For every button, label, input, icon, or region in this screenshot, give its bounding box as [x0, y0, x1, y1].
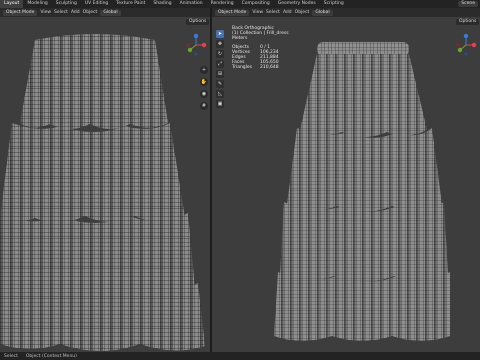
viewport-left[interactable]: Object Mode View Select Add Object Globa… [0, 8, 210, 352]
status-context-menu-hint: Object (Context Menu) [25, 353, 77, 359]
workspace-tabs-bar: Layout Modeling Sculpting UV Editing Tex… [0, 0, 480, 8]
stat-label: Triangles [232, 65, 253, 71]
menu-object-left[interactable]: Object [83, 10, 98, 15]
menu-add-left[interactable]: Add [71, 10, 80, 15]
transform-orientation-left[interactable]: Global [100, 9, 121, 16]
mode-dropdown-right[interactable]: Object Mode [215, 9, 250, 16]
transform-orientation-right[interactable]: Global [312, 9, 333, 16]
tab-shading[interactable]: Shading [149, 0, 175, 8]
tab-scripting[interactable]: Scripting [320, 0, 348, 8]
tab-layout[interactable]: Layout [0, 0, 24, 8]
viewport-header-right: Object Mode View Select Add Object Globa… [212, 8, 480, 17]
tab-compositing[interactable]: Compositing [238, 0, 274, 8]
menu-select-left[interactable]: Select [54, 10, 68, 15]
move-icon[interactable]: ✥ [216, 40, 224, 48]
menu-view-left[interactable]: View [40, 10, 51, 15]
annotate-icon[interactable]: ✎ [216, 80, 224, 88]
status-bar: Select Object (Context Menu) [0, 352, 480, 360]
dress-mesh-right[interactable] [272, 40, 452, 346]
viewport-right[interactable]: Object Mode View Select Add Object Globa… [212, 8, 480, 352]
select-cursor-icon[interactable]: ➤ [216, 30, 224, 38]
tab-geometry-nodes[interactable]: Geometry Nodes [274, 0, 320, 8]
rotate-icon[interactable]: ↻ [216, 50, 224, 58]
tab-texture-paint[interactable]: Texture Paint [112, 0, 149, 8]
gizmo-axes-icon [456, 33, 477, 56]
tab-sculpting[interactable]: Sculpting [52, 0, 81, 8]
status-select-hint: Select [4, 353, 18, 359]
transform-icon[interactable]: ⊞ [216, 70, 224, 78]
menu-object-right[interactable]: Object [295, 10, 310, 15]
menu-select-right[interactable]: Select [266, 10, 280, 15]
viewport-header-left: Object Mode View Select Add Object Globa… [0, 8, 210, 17]
add-cube-icon[interactable]: ▣ [216, 100, 224, 108]
measure-icon[interactable]: ◺ [216, 90, 224, 98]
navigation-gizmo-right[interactable] [453, 32, 479, 58]
scene-selector[interactable]: Scene [458, 1, 478, 7]
scale-icon[interactable]: ⤢ [216, 60, 224, 68]
options-button-left[interactable]: Options [186, 19, 210, 25]
mode-dropdown-left[interactable]: Object Mode [3, 9, 38, 16]
menu-view-right[interactable]: View [252, 10, 263, 15]
tab-rendering[interactable]: Rendering [207, 0, 238, 8]
tab-animation[interactable]: Animation [176, 0, 207, 8]
dress-mesh-left[interactable] [0, 28, 210, 352]
options-button-right[interactable]: Options [456, 19, 480, 25]
tab-modeling[interactable]: Modeling [23, 0, 51, 8]
toolbar-right: ➤ ✥ ↻ ⤢ ⊞ ✎ ◺ ▣ [216, 30, 224, 108]
tab-uv-editing[interactable]: UV Editing [81, 0, 112, 8]
menu-add-right[interactable]: Add [283, 10, 292, 15]
